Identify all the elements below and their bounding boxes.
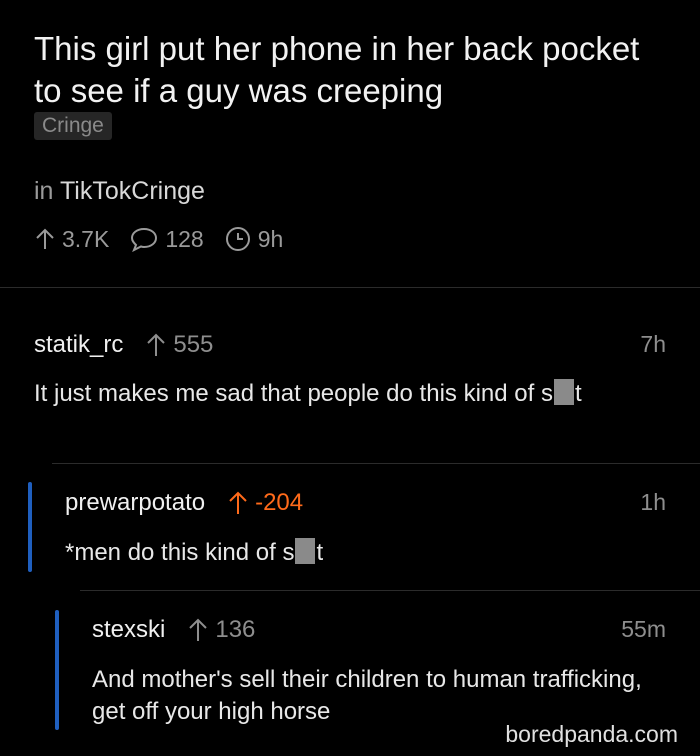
post-title[interactable]: This girl put her phone in her back pock…	[34, 28, 674, 112]
censor-block	[553, 379, 574, 405]
post-divider	[0, 287, 700, 288]
post-upvote-count: 3.7K	[62, 225, 110, 252]
comment-text-start: It just makes me sad that people do this…	[34, 380, 553, 407]
subreddit-prefix: in	[34, 177, 54, 205]
comment-text-start: *men do this kind of s	[65, 539, 295, 566]
subreddit-link[interactable]: TikTokCringe	[60, 177, 205, 205]
arrow-up-icon	[147, 333, 166, 356]
comment-score[interactable]: 555	[145, 331, 213, 359]
comment-age: 55m	[621, 616, 666, 642]
arrow-up-icon	[189, 618, 208, 641]
comment-text-end: t	[574, 380, 582, 407]
censor-block	[295, 538, 316, 564]
comment-body: *men do this kind of s t	[65, 537, 665, 569]
comment-score-value: 136	[215, 616, 256, 643]
comment-text-end: t	[316, 539, 324, 566]
speech-bubble-icon	[131, 227, 158, 252]
upvote-stat[interactable]: 3.7K	[34, 226, 109, 253]
post-age: 9h	[257, 225, 284, 252]
subreddit-line: in TikTokCringe	[34, 176, 205, 206]
comment-divider	[52, 463, 700, 464]
arrow-up-icon	[36, 228, 54, 249]
comment-header: prewarpotato -204	[65, 487, 303, 519]
arrow-up-icon	[229, 491, 247, 514]
comment-header: stexski 136	[92, 614, 255, 646]
comment-author[interactable]: stexski	[92, 616, 165, 644]
comment-author[interactable]: statik_rc	[34, 331, 123, 359]
comment-score-value: 555	[173, 331, 214, 358]
comment-age: 1h	[640, 489, 666, 515]
comment-header: statik_rc 555	[34, 329, 213, 361]
comment-score-value: -204	[255, 489, 304, 516]
thread-line[interactable]	[55, 610, 59, 730]
comment-score[interactable]: 136	[187, 616, 255, 644]
comment-score[interactable]: -204	[227, 489, 303, 517]
clock-icon	[225, 227, 250, 251]
post-stats: 3.7K 128 9h	[34, 224, 303, 254]
watermark: boredpanda.com	[501, 721, 682, 748]
comment-body: It just makes me sad that people do this…	[34, 378, 654, 410]
post-flair[interactable]: Cringe	[34, 112, 112, 140]
comment-divider	[80, 590, 700, 591]
comment-age: 7h	[640, 331, 666, 357]
post-comment-count: 128	[165, 225, 204, 252]
comment-body: And mother's sell their children to huma…	[92, 666, 642, 725]
thread-line[interactable]	[28, 482, 32, 572]
age-stat: 9h	[224, 225, 284, 253]
comment-author[interactable]: prewarpotato	[65, 489, 205, 517]
comment-stat[interactable]: 128	[129, 225, 204, 253]
